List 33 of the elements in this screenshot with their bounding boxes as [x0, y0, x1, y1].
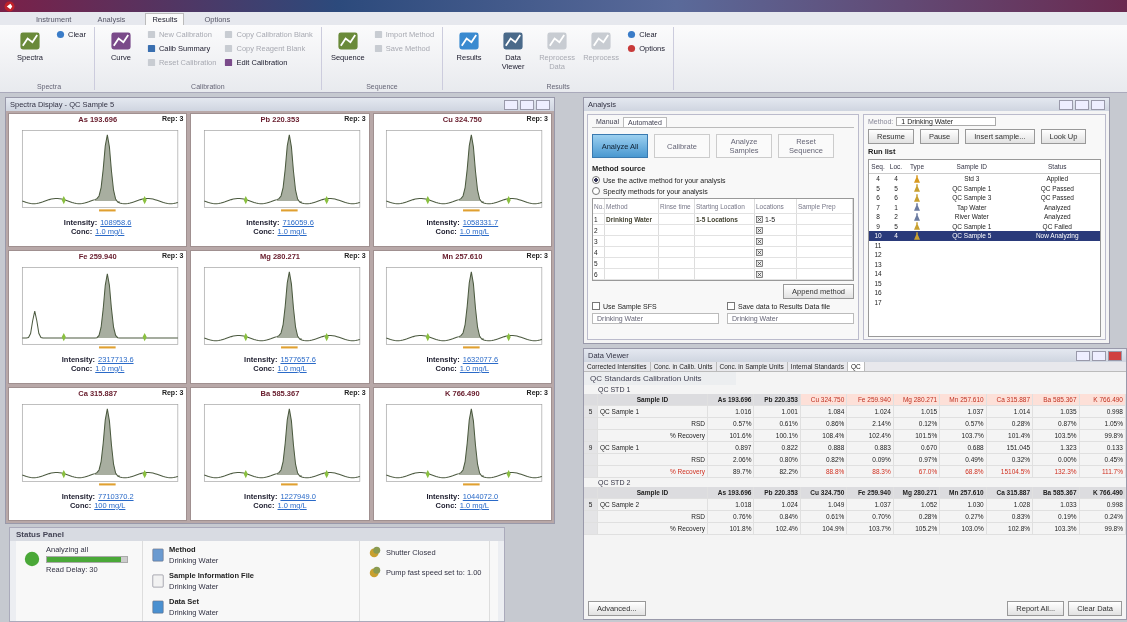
- row-header: [584, 511, 598, 523]
- grid-icon[interactable]: [756, 270, 763, 278]
- maximize-button[interactable]: [1092, 350, 1106, 361]
- checkbox[interactable]: [592, 302, 600, 310]
- grid-icon[interactable]: [756, 259, 763, 267]
- checkbox[interactable]: [727, 302, 735, 310]
- row-header: [584, 466, 598, 478]
- radio-button[interactable]: [592, 176, 600, 184]
- close-button[interactable]: [1091, 99, 1105, 110]
- maximize-button[interactable]: [1075, 99, 1089, 110]
- grid-icon[interactable]: [756, 237, 763, 245]
- minimize-button[interactable]: [504, 99, 518, 110]
- coins-icon: [368, 545, 382, 559]
- row-header: [584, 418, 598, 430]
- maximize-button[interactable]: [520, 99, 534, 110]
- radio-button[interactable]: [592, 187, 600, 195]
- row-header: [584, 394, 598, 406]
- close-button[interactable]: [536, 99, 550, 110]
- grid-icon[interactable]: [756, 248, 763, 256]
- minimize-button[interactable]: [1076, 350, 1090, 361]
- logo-icon: [4, 0, 15, 12]
- minimize-button[interactable]: [1059, 99, 1073, 110]
- row-header: [584, 523, 598, 535]
- panel-title: Status Panel: [10, 528, 504, 541]
- status-indicator-icon: [24, 551, 40, 567]
- grid-icon[interactable]: [756, 226, 763, 234]
- row-header: [584, 454, 598, 466]
- close-button[interactable]: [1108, 350, 1122, 361]
- row-header: [584, 487, 598, 499]
- grid-icon[interactable]: [756, 215, 763, 223]
- section-title: QC Standards Calibration Units: [584, 372, 736, 385]
- coins-icon: [368, 565, 382, 579]
- row-header: [584, 430, 598, 442]
